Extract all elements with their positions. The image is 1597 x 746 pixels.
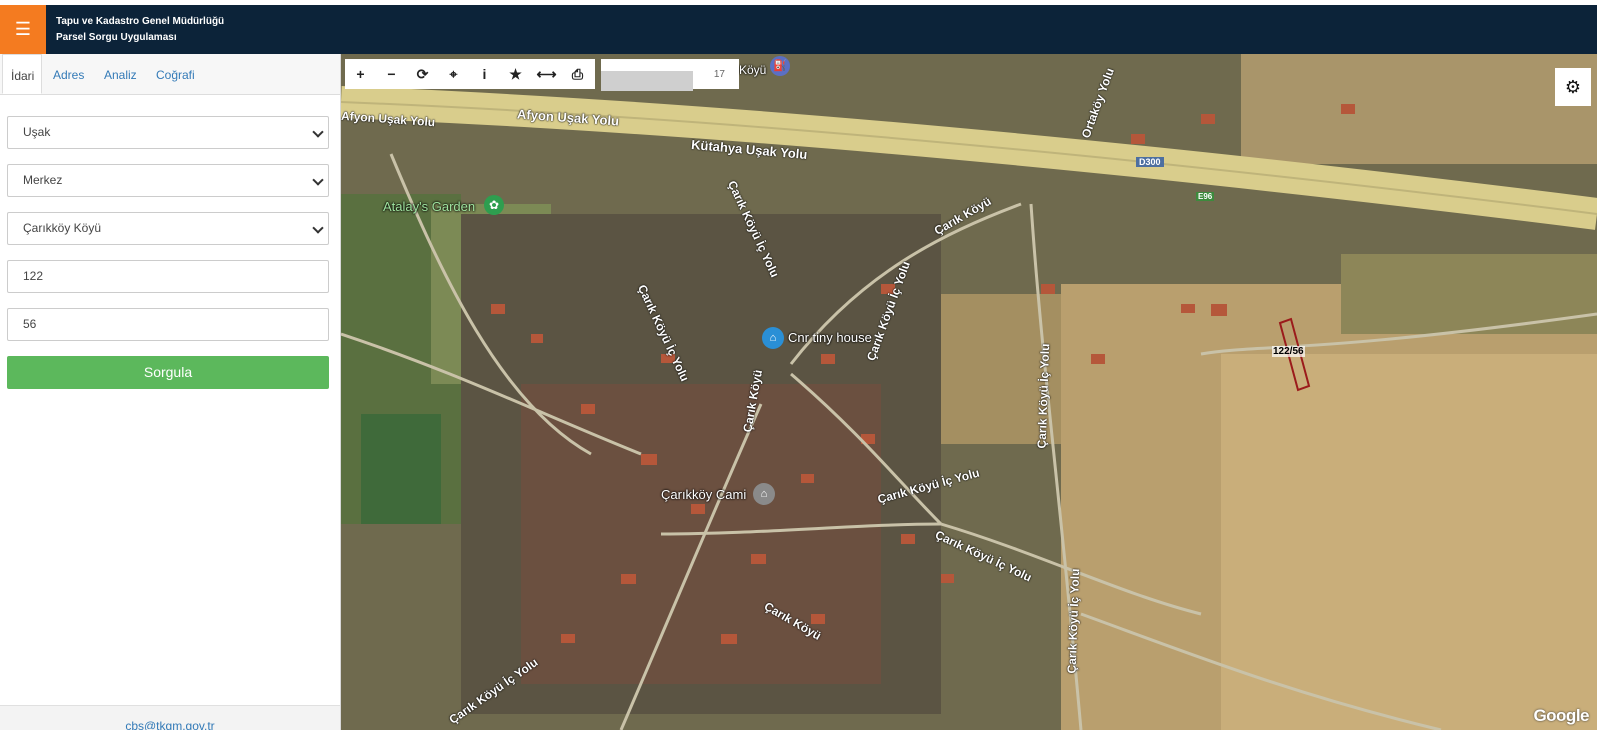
- measure-icon[interactable]: ⟷: [531, 59, 562, 89]
- zoom-in-icon[interactable]: +: [345, 59, 376, 89]
- zoom-level: 17: [713, 69, 725, 80]
- refresh-icon[interactable]: ⟳: [407, 59, 438, 89]
- block-input[interactable]: 122: [7, 260, 329, 293]
- parcel-value: 56: [23, 317, 37, 331]
- sidebar: İdari Adres Analiz Coğrafi Uşak Merkez Ç…: [0, 54, 341, 746]
- locate-icon[interactable]: ⌖: [438, 59, 469, 89]
- neighborhood-select[interactable]: Çarıkköy Köyü: [7, 212, 329, 245]
- lodging-marker-icon[interactable]: ⌂: [762, 327, 784, 349]
- map-view[interactable]: Afyon Uşak Yolu Afyon Uşak Yolu Kütahya …: [341, 54, 1597, 730]
- map-toolbar: + − ⟳ ⌖ i ★ ⟷ ⎙: [345, 59, 595, 89]
- bottom-strip: [0, 730, 1597, 746]
- app-title: Tapu ve Kadastro Genel Müdürlüğü Parsel …: [56, 14, 224, 46]
- place-label-koyu: Köyü: [739, 63, 767, 77]
- tab-idari[interactable]: İdari: [2, 54, 42, 94]
- scale-bar: [601, 71, 693, 91]
- print-icon[interactable]: ⎙: [562, 59, 593, 89]
- settings-button[interactable]: ⚙: [1555, 68, 1591, 106]
- place-label-tinyhouse: Cnr tiny house: [788, 330, 872, 345]
- province-value: Uşak: [23, 125, 51, 139]
- tab-adres[interactable]: Adres: [53, 54, 84, 94]
- google-attribution: Google: [1533, 706, 1589, 725]
- zoom-indicator: 17: [601, 59, 739, 91]
- neighborhood-value: Çarıkköy Köyü: [23, 221, 102, 235]
- mosque-marker-icon[interactable]: ⌂: [753, 483, 775, 505]
- tab-analiz[interactable]: Analiz: [104, 54, 137, 94]
- district-select[interactable]: Merkez: [7, 164, 329, 197]
- province-select[interactable]: Uşak: [7, 116, 329, 149]
- gear-icon: ⚙: [1564, 76, 1582, 97]
- tab-cografi[interactable]: Coğrafi: [156, 54, 195, 94]
- satellite-imagery: [341, 54, 1597, 730]
- tab-bar: İdari Adres Analiz Coğrafi: [0, 54, 340, 95]
- road-badge-e96: E96: [1196, 192, 1215, 201]
- info-icon[interactable]: i: [469, 59, 500, 89]
- query-button[interactable]: Sorgula: [7, 356, 329, 389]
- block-value: 122: [23, 269, 44, 283]
- place-label-cami: Çarıkköy Cami: [661, 487, 747, 502]
- app-title-line2: Parsel Sorgu Uygulaması: [56, 32, 177, 43]
- app-title-line1: Tapu ve Kadastro Genel Müdürlüğü: [56, 16, 225, 27]
- road-badge-d300: D300: [1136, 157, 1164, 167]
- garden-marker-icon[interactable]: ✿: [484, 195, 504, 215]
- district-value: Merkez: [23, 173, 63, 187]
- fuel-marker-icon[interactable]: ⛽: [770, 56, 790, 76]
- app-header: ☰ Tapu ve Kadastro Genel Müdürlüğü Parse…: [0, 5, 1597, 54]
- zoom-out-icon[interactable]: −: [376, 59, 407, 89]
- place-label-atalay: Atalay's Garden: [383, 199, 476, 214]
- parcel-input[interactable]: 56: [7, 308, 329, 341]
- menu-button[interactable]: ☰: [0, 5, 46, 54]
- star-icon[interactable]: ★: [500, 59, 531, 89]
- hamburger-icon: ☰: [14, 19, 32, 39]
- parcel-label: 122/56: [1272, 346, 1305, 357]
